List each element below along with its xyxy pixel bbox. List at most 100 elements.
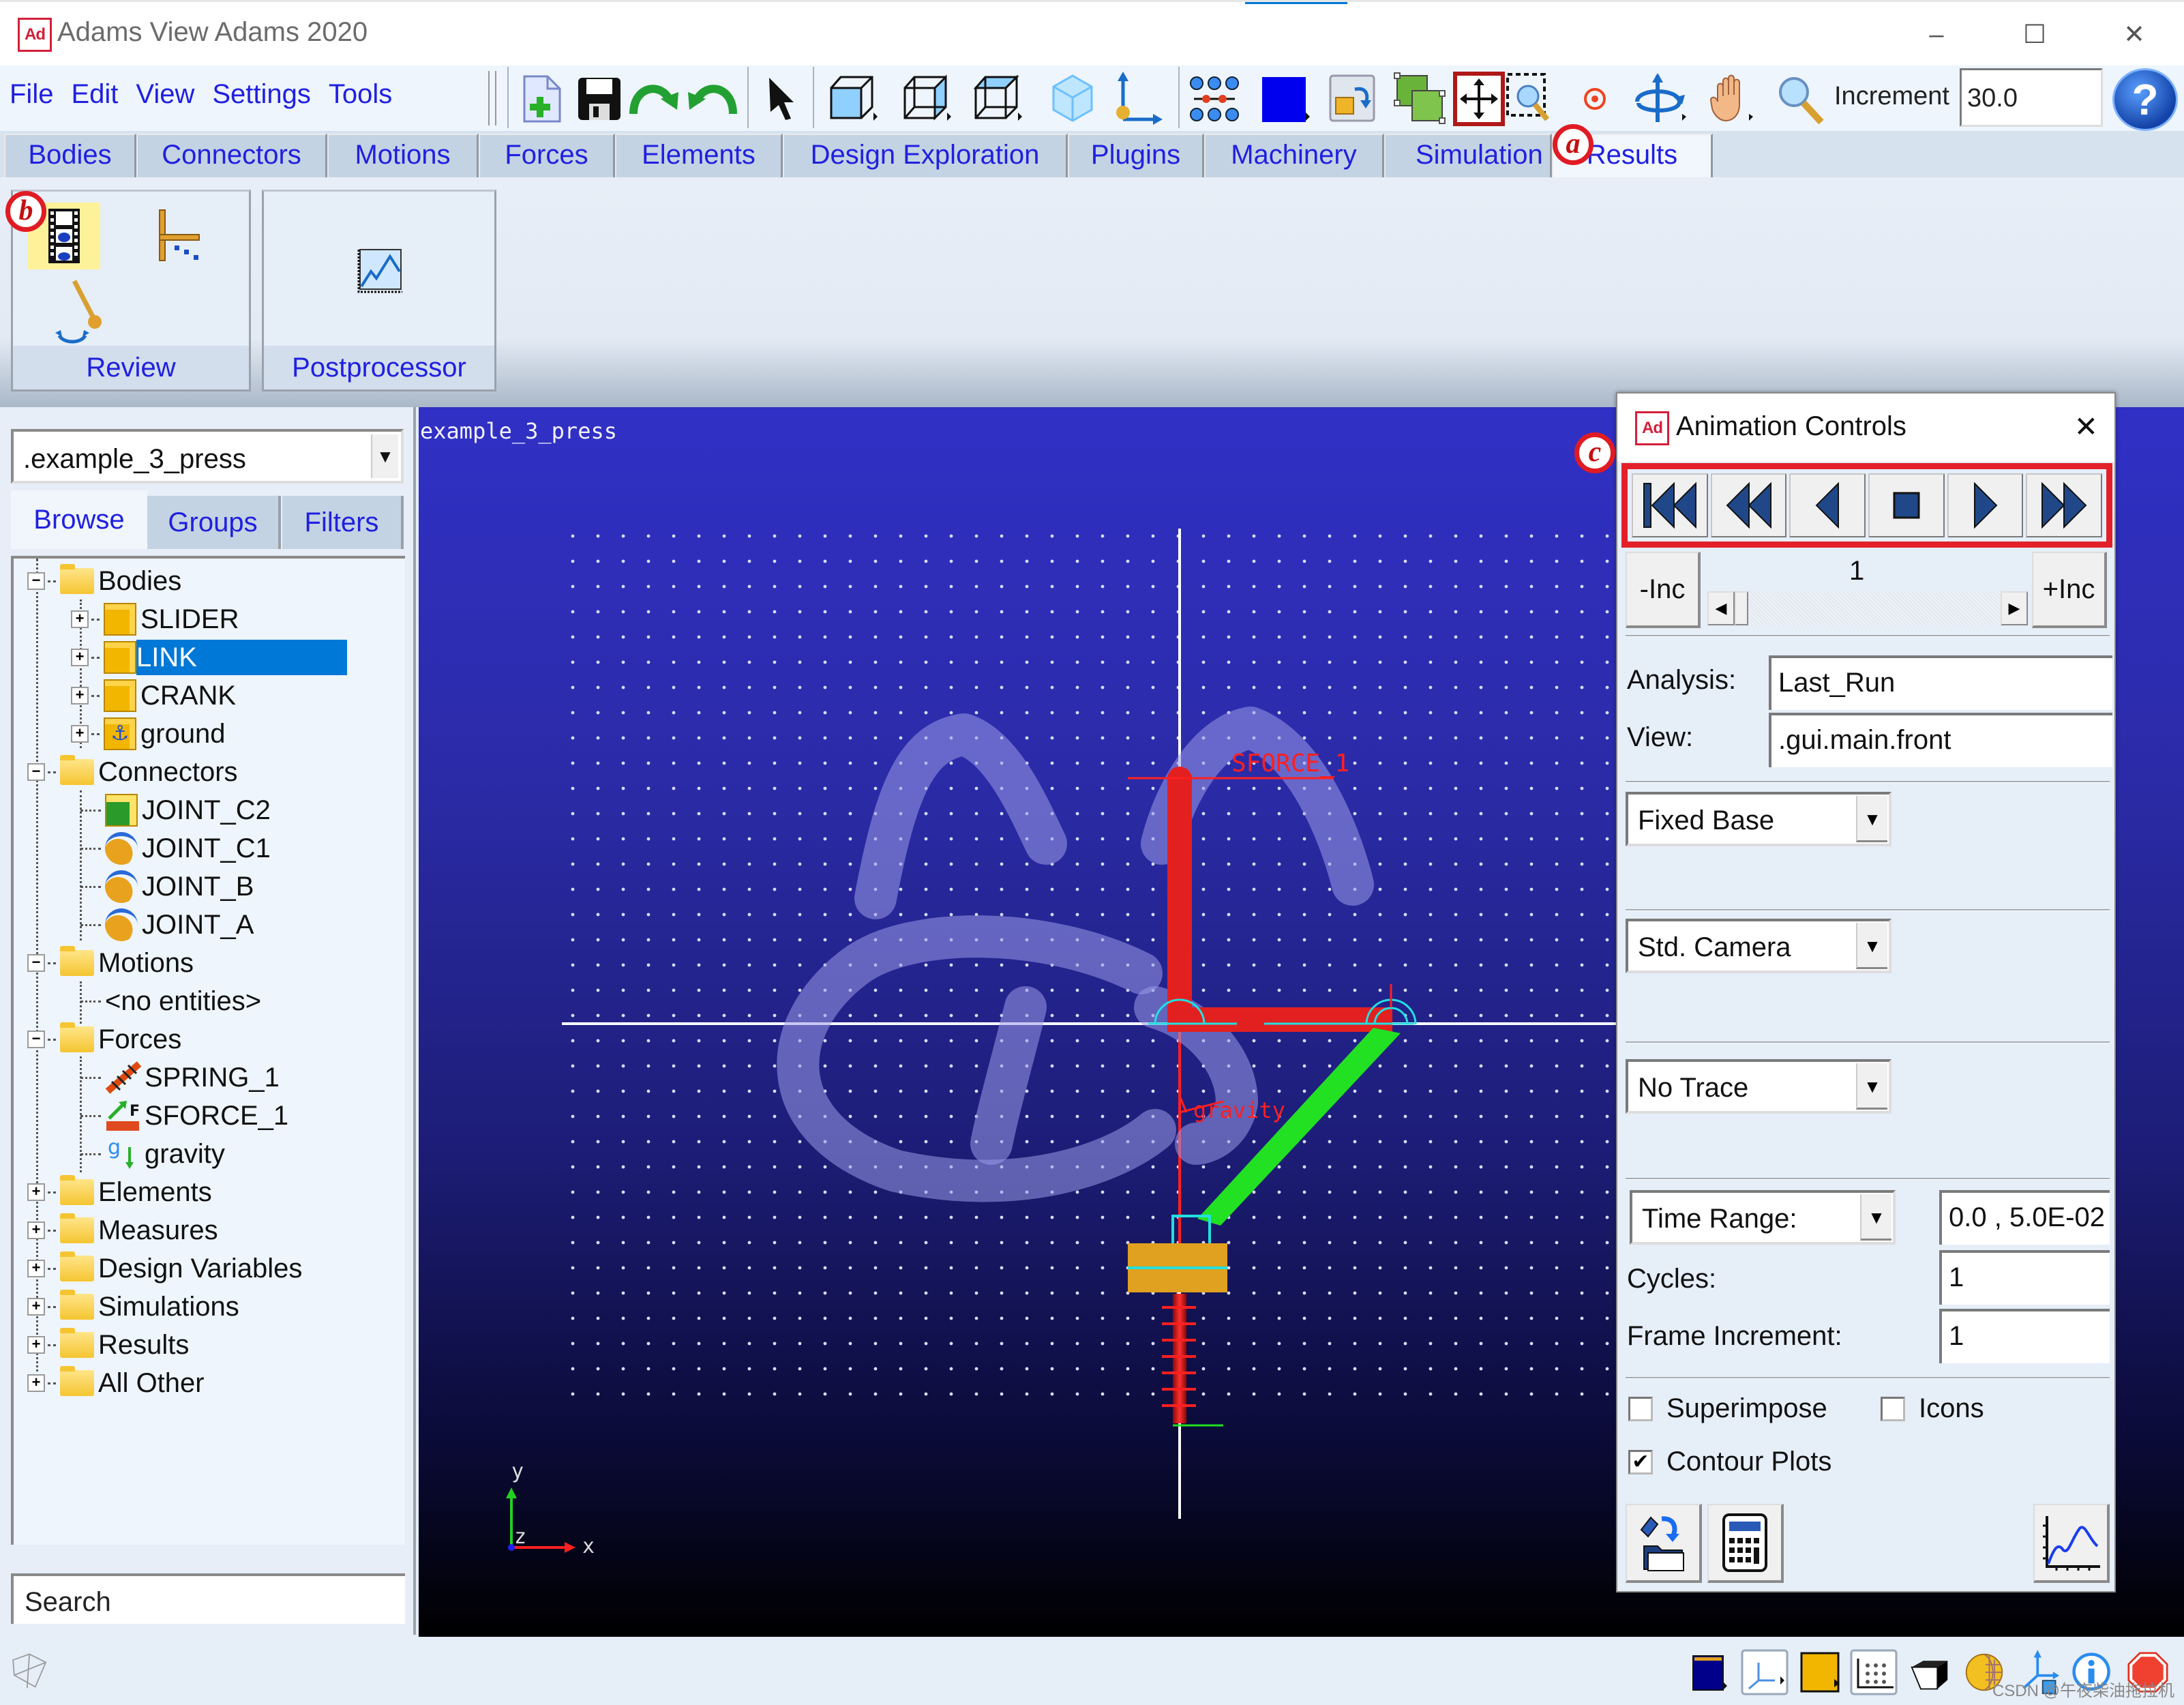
increment-input[interactable]: 30.0 [1960, 68, 2103, 127]
tab-groups[interactable]: Groups [147, 496, 281, 549]
iso-view-icon[interactable] [1043, 70, 1102, 128]
tree-item-joint-c2[interactable]: JOINT_C2 [80, 792, 271, 829]
plot-button[interactable] [2033, 1504, 2110, 1583]
tab-forces[interactable]: Forces [479, 134, 615, 177]
frame-increment-field[interactable]: 1 [1939, 1309, 2110, 1363]
toolbar-grip[interactable] [488, 71, 496, 125]
center-icon[interactable] [1566, 70, 1624, 128]
save-animation-button[interactable] [1626, 1504, 1702, 1583]
slider-left-arrow-icon[interactable]: ◀ [1707, 591, 1735, 625]
analysis-field[interactable]: Last_Run [1769, 655, 2112, 710]
tab-plugins[interactable]: Plugins [1068, 134, 1204, 177]
tree-item-sforce-1[interactable]: F SFORCE_1 [80, 1097, 288, 1134]
postprocessor-button[interactable] [346, 237, 414, 305]
collapse-icon[interactable]: − [27, 1031, 45, 1048]
tree-item-gravity[interactable]: g gravity [80, 1136, 225, 1172]
menu-tools[interactable]: Tools [329, 79, 392, 110]
expand-icon[interactable]: + [71, 725, 89, 743]
checkbox-box[interactable] [1881, 1396, 1905, 1421]
group-icon[interactable] [1391, 70, 1450, 128]
trace-mode-select[interactable]: No Trace ▼ [1626, 1059, 1891, 1114]
frame-slider[interactable]: ◀ ▶ [1707, 591, 2028, 625]
fit-view-icon[interactable] [1450, 70, 1508, 128]
tree-item-motions[interactable]: − Motions [27, 945, 194, 981]
checkmark-icon[interactable]: ✔ [1628, 1449, 1653, 1474]
contour-plots-checkbox[interactable]: ✔ Contour Plots [1628, 1447, 1831, 1477]
tree-item-forces[interactable]: − Forces [27, 1021, 181, 1058]
right-view-icon[interactable] [899, 70, 957, 128]
tree-item-joint-a[interactable]: JOINT_A [80, 906, 254, 943]
tree-item-elements[interactable]: + Elements [27, 1174, 212, 1211]
minus-inc-button[interactable]: -Inc [1626, 552, 1701, 628]
expand-icon[interactable]: + [71, 610, 89, 628]
slider-right-arrow-icon[interactable]: ▶ [2001, 591, 2028, 625]
tree-item-all-other[interactable]: + All Other [27, 1365, 205, 1402]
view-field[interactable]: .gui.main.front [1769, 713, 2112, 767]
rewind-to-start-button[interactable] [1632, 473, 1708, 537]
tree-item-ground[interactable]: + ⚓ ground [71, 715, 226, 752]
tab-connectors[interactable]: Connectors [136, 134, 327, 177]
close-button[interactable]: ✕ [2107, 14, 2161, 55]
tree-item-slider[interactable]: + SLIDER [71, 601, 239, 638]
tab-design-exploration[interactable]: Design Exploration [783, 134, 1068, 177]
tree-item-design-variables[interactable]: + Design Variables [27, 1250, 302, 1287]
stop-button[interactable] [1868, 473, 1945, 537]
play-reverse-button[interactable] [1710, 473, 1787, 537]
color-swatch-icon[interactable] [1256, 70, 1315, 128]
new-model-icon[interactable] [513, 70, 571, 128]
expand-icon[interactable]: + [27, 1183, 45, 1201]
zoom-icon[interactable] [1771, 70, 1830, 128]
tab-bodies[interactable]: Bodies [4, 134, 136, 177]
search-input[interactable]: Search [11, 1573, 405, 1624]
expand-icon[interactable]: + [71, 649, 89, 666]
part-color-icon[interactable] [1800, 1652, 1841, 1693]
triad-toggle-icon[interactable] [1740, 1649, 1791, 1695]
chevron-down-icon[interactable]: ▼ [371, 434, 398, 478]
step-back-button[interactable] [1789, 473, 1866, 537]
cycles-field[interactable]: 1 [1939, 1250, 2110, 1305]
top-view-icon[interactable] [970, 70, 1028, 128]
redo-icon[interactable] [626, 70, 685, 128]
plot-tracking-button[interactable] [153, 205, 208, 267]
pan-hand-icon[interactable] [1705, 70, 1763, 128]
tab-browse[interactable]: Browse [11, 490, 147, 549]
expand-icon[interactable]: + [27, 1336, 45, 1354]
checkbox-box[interactable] [1628, 1396, 1653, 1421]
play-forward-button[interactable] [1947, 473, 2024, 537]
tree-item-results[interactable]: + Results [27, 1326, 189, 1363]
tree-item-crank[interactable]: + CRANK [71, 677, 236, 714]
tab-elements[interactable]: Elements [615, 134, 783, 177]
front-view-icon[interactable] [825, 70, 884, 128]
tree-item-bodies[interactable]: − Bodies [27, 563, 181, 599]
grid-toggle-icon[interactable] [1185, 70, 1244, 128]
plus-inc-button[interactable]: +Inc [2032, 552, 2107, 628]
measure-button[interactable] [47, 273, 115, 349]
maximize-button[interactable]: ☐ [2007, 14, 2062, 55]
model-selector[interactable]: .example_3_press ▼ [11, 429, 404, 484]
zoom-box-icon[interactable] [1503, 70, 1561, 128]
menu-view[interactable]: View [136, 79, 194, 110]
expand-icon[interactable]: + [27, 1374, 45, 1392]
tab-simulation[interactable]: Simulation [1384, 134, 1552, 177]
camera-mode-select[interactable]: Std. Camera ▼ [1626, 919, 1891, 973]
menu-file[interactable]: File [10, 79, 53, 110]
tab-machinery[interactable]: Machinery [1204, 134, 1384, 177]
expand-icon[interactable]: + [27, 1260, 45, 1277]
menu-settings[interactable]: Settings [212, 79, 311, 110]
render-mode-icon[interactable] [1324, 70, 1383, 128]
tree-item-link[interactable]: + LINK [71, 639, 347, 676]
tree-item-measures[interactable]: + Measures [27, 1212, 218, 1249]
render-icon[interactable] [1909, 1652, 1950, 1693]
chevron-down-icon[interactable]: ▼ [1856, 923, 1887, 969]
fast-forward-button[interactable] [2026, 473, 2103, 537]
chevron-down-icon[interactable]: ▼ [1856, 1063, 1887, 1110]
slider-thumb[interactable] [1735, 591, 1748, 625]
save-icon[interactable] [570, 70, 629, 128]
superimpose-checkbox[interactable]: Superimpose [1628, 1393, 1827, 1424]
range-mode-select[interactable]: Time Range: ▼ [1630, 1190, 1896, 1245]
tab-filters[interactable]: Filters [282, 496, 404, 549]
select-pointer-icon[interactable] [753, 70, 811, 128]
grid-settings-icon[interactable] [1849, 1649, 1900, 1695]
base-mode-select[interactable]: Fixed Base ▼ [1626, 792, 1891, 846]
icons-checkbox[interactable]: Icons [1881, 1393, 1984, 1424]
